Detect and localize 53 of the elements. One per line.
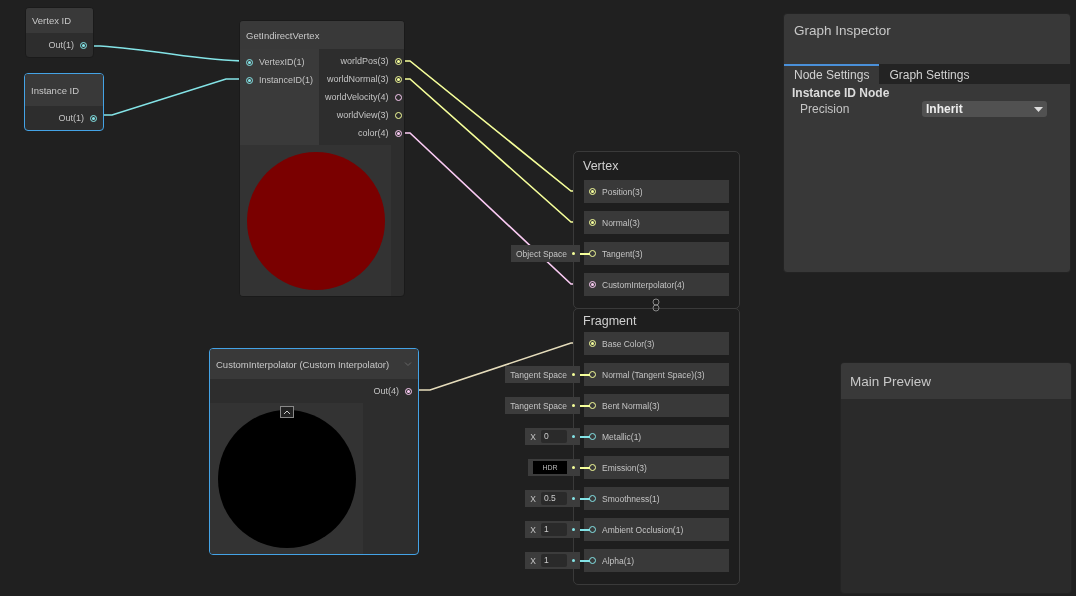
block-slot[interactable]: Position(3) <box>584 180 729 203</box>
port-label: Out(1) <box>58 113 84 123</box>
port-label: worldView(3) <box>336 110 389 120</box>
value-field[interactable]: 1 <box>541 523 567 536</box>
panel-title: Graph Inspector <box>794 23 891 38</box>
space-label: Tangent Space <box>510 369 567 380</box>
port-label: color(4) <box>358 128 389 138</box>
default-value-control[interactable]: X 0.5 <box>525 490 580 507</box>
value-field[interactable]: 0 <box>541 430 567 443</box>
value-field[interactable]: 0.5 <box>541 492 567 505</box>
port-label: worldPos(3) <box>340 56 389 66</box>
port-connector[interactable] <box>589 281 596 288</box>
space-label: Object Space <box>515 248 567 259</box>
context-title: Vertex <box>583 159 619 173</box>
block-slot[interactable]: CustomInterpolator(4) <box>584 273 729 296</box>
tab[interactable]: Node Settings <box>784 64 880 84</box>
default-value-control[interactable]: X 1 <box>525 552 580 569</box>
graph-node[interactable]: Vertex ID Out(1) <box>25 7 94 58</box>
default-value-control[interactable]: X 0 <box>525 428 580 445</box>
port-label: Out(1) <box>48 40 74 50</box>
axis-label: X <box>530 493 536 504</box>
space-label: Tangent Space <box>510 400 567 411</box>
graph-node[interactable]: GetIndirectVertex VertexID(1) InstanceID(1) worldPos(3) worldNormal(3) worldVelocity(4) worldView(3) color(4) <box>239 20 405 297</box>
default-value-control[interactable]: Tangent Space <box>505 397 580 414</box>
node-title: GetIndirectVertex <box>246 29 320 41</box>
axis-label: X <box>530 524 536 535</box>
field-label: Precision <box>800 102 851 116</box>
port-label: worldNormal(3) <box>327 74 389 84</box>
section-heading: Instance ID Node <box>791 85 891 100</box>
axis-label: X <box>530 431 536 442</box>
link-icon <box>652 298 660 312</box>
node-title: Vertex ID <box>32 15 72 26</box>
block-slot[interactable]: Normal(3) <box>584 211 729 234</box>
port-label: Out(4) <box>373 386 399 396</box>
default-value-control[interactable]: X 1 <box>525 521 580 538</box>
panel-title: Main Preview <box>850 373 932 389</box>
block-slot[interactable]: Base Color(3) <box>584 332 729 355</box>
graph-node[interactable]: Instance ID Out(1) <box>24 73 104 131</box>
context-title: Fragment <box>583 313 637 328</box>
chevron-up-icon <box>282 409 291 415</box>
value-field[interactable]: 1 <box>541 554 567 567</box>
port-label: InstanceID(1) <box>259 75 314 85</box>
collapse-button[interactable] <box>279 406 294 418</box>
port-label: VertexID(1) <box>259 57 305 67</box>
graph-node[interactable]: CustomInterpolator (Custom Interpolator) Out(4) <box>209 348 419 555</box>
port-label: worldVelocity(4) <box>325 92 389 102</box>
axis-label: X <box>530 555 536 566</box>
node-title: CustomInterpolator (Custom Interpolator) <box>216 358 390 370</box>
caret-icon <box>1034 106 1043 112</box>
default-value-control[interactable]: Object Space <box>510 245 580 262</box>
precision-dropdown[interactable]: Inherit <box>922 101 1047 117</box>
default-value-control[interactable]: Tangent Space <box>505 366 580 383</box>
node-title: Instance ID <box>31 84 80 96</box>
